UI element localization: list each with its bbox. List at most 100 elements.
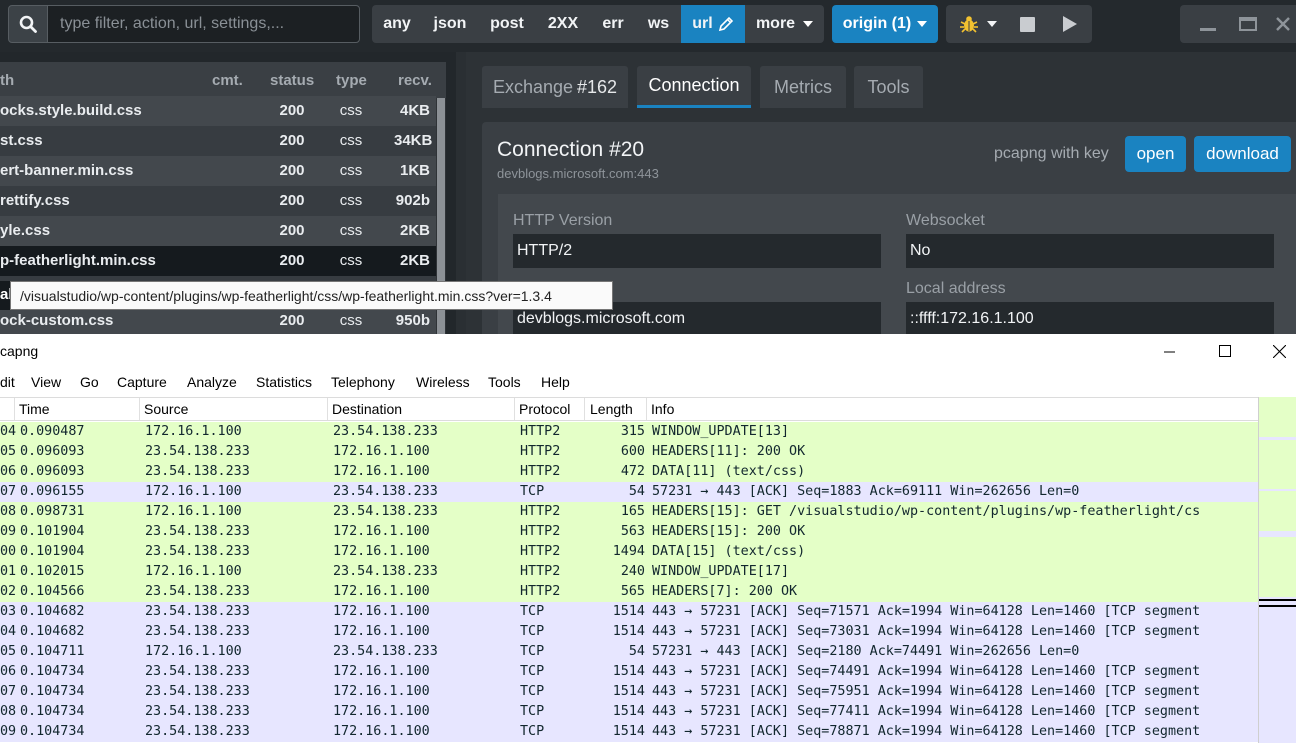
packet-row[interactable]: 04 0.104682 23.54.138.233 172.16.1.100 TCP 15… — [0, 622, 1258, 642]
maximize-icon — [1239, 17, 1257, 31]
packet-row[interactable]: 00 0.101904 23.54.138.233 172.16.1.100 HTTP2… — [0, 542, 1258, 562]
search-input[interactable] — [47, 5, 360, 43]
row-type: css — [339, 132, 363, 149]
ws-maximize-button[interactable] — [1202, 334, 1248, 368]
menu-telephony[interactable]: Telephony — [331, 374, 395, 390]
header-recv[interactable]: recv. — [398, 72, 432, 89]
header-status[interactable]: status — [270, 72, 314, 89]
maximize-button[interactable] — [1230, 5, 1266, 43]
packet-row[interactable]: 04 0.090487 172.16.1.100 23.54.138.233 HTTP2… — [0, 422, 1258, 442]
pkt-source: 172.16.1.100 — [145, 504, 242, 519]
minimize-button[interactable] — [1190, 5, 1226, 43]
list-row[interactable]: ock-custom.css 200 css 950b — [0, 306, 436, 334]
packet-row[interactable]: 01 0.102015 172.16.1.100 23.54.138.233 HTTP2… — [0, 562, 1258, 582]
packet-minimap[interactable] — [1258, 397, 1296, 743]
header-type[interactable]: type — [336, 72, 367, 89]
col-source[interactable]: Source — [144, 401, 188, 417]
row-name: ock-custom.css — [0, 312, 114, 329]
tab-tools[interactable]: Tools — [854, 66, 923, 108]
filter-json-button[interactable]: json — [422, 5, 478, 43]
pkt-info: HEADERS[7]: 200 OK — [652, 584, 798, 599]
column-separator[interactable] — [584, 398, 585, 420]
pkt-source: 23.54.138.233 — [145, 664, 250, 679]
packet-row[interactable]: 08 0.104734 23.54.138.233 172.16.1.100 TCP 15… — [0, 702, 1258, 722]
ws-minimize-button[interactable] — [1146, 334, 1192, 368]
play-button[interactable] — [1054, 5, 1084, 43]
ws-close-button[interactable] — [1262, 334, 1296, 368]
packet-row[interactable]: 07 0.104734 23.54.138.233 172.16.1.100 TCP 15… — [0, 682, 1258, 702]
stop-icon — [1019, 16, 1035, 32]
menu-view[interactable]: View — [31, 374, 61, 390]
open-button[interactable]: open — [1125, 136, 1186, 172]
list-row[interactable]: ocks.style.build.css 200 css 4KB — [0, 96, 436, 126]
col-destination[interactable]: Destination — [332, 401, 402, 417]
menu-analyze[interactable]: Analyze — [187, 374, 237, 390]
minimap-http-band — [1259, 397, 1296, 597]
filter-ws-button[interactable]: ws — [636, 5, 681, 43]
filter-url-button[interactable]: url — [681, 5, 745, 43]
menu-go[interactable]: Go — [80, 374, 99, 390]
tab-connection[interactable]: Connection — [637, 66, 751, 108]
menu-help[interactable]: Help — [541, 374, 570, 390]
menu-edit[interactable]: dit — [0, 374, 15, 390]
col-time[interactable]: Time — [19, 401, 50, 417]
pkt-protocol: TCP — [520, 644, 545, 659]
pkt-protocol: TCP — [520, 684, 545, 699]
filter-post-button[interactable]: post — [478, 5, 536, 43]
packet-row[interactable]: 02 0.104566 23.54.138.233 172.16.1.100 HTTP2… — [0, 582, 1258, 602]
list-row[interactable]: st.css 200 css 34KB — [0, 126, 436, 156]
packet-row[interactable]: 08 0.098731 172.16.1.100 23.54.138.233 HTTP2… — [0, 502, 1258, 522]
col-length[interactable]: Length — [590, 401, 633, 417]
packet-row[interactable]: 05 0.096093 23.54.138.233 172.16.1.100 HTTP2… — [0, 442, 1258, 462]
window-title: capng — [0, 343, 39, 359]
tab-exchange[interactable]: Exchange #162 — [482, 66, 628, 108]
filter-any-button[interactable]: any — [372, 5, 422, 43]
packet-row[interactable]: 07 0.096155 172.16.1.100 23.54.138.233 TCP 54… — [0, 482, 1258, 502]
header-cmt[interactable]: cmt. — [212, 72, 243, 89]
filter-2xx-button[interactable]: 2XX — [536, 5, 590, 43]
close-icon — [1272, 344, 1286, 358]
pkt-no: 04 — [0, 624, 17, 639]
packet-row[interactable]: 09 0.104734 23.54.138.233 172.16.1.100 TCP 15… — [0, 722, 1258, 742]
col-info[interactable]: Info — [651, 401, 674, 417]
pkt-time: 0.104682 — [20, 624, 85, 639]
pkt-protocol: HTTP2 — [520, 584, 561, 599]
pkt-protocol: HTTP2 — [520, 424, 561, 439]
menu-wireless[interactable]: Wireless — [416, 374, 470, 390]
search-button[interactable] — [8, 5, 48, 43]
breakpoint-menu-button[interactable] — [952, 5, 1004, 43]
menu-statistics[interactable]: Statistics — [256, 374, 312, 390]
list-row-selected[interactable]: p-featherlight.min.css 200 css 2KB — [0, 246, 436, 276]
packet-row[interactable]: 05 0.104711 172.16.1.100 23.54.138.233 TCP 54… — [0, 642, 1258, 662]
pkt-time: 0.104682 — [20, 604, 85, 619]
column-separator[interactable] — [514, 398, 515, 420]
http-version-value: HTTP/2 — [513, 234, 881, 268]
stop-button[interactable] — [1012, 5, 1042, 43]
col-protocol[interactable]: Protocol — [519, 401, 570, 417]
list-row[interactable]: ert-banner.min.css 200 css 1KB — [0, 156, 436, 186]
column-separator[interactable] — [327, 398, 328, 420]
list-row[interactable]: rettify.css 200 css 902b — [0, 186, 436, 216]
connection-title: Connection #20 — [497, 138, 645, 161]
packet-row[interactable]: 06 0.096093 23.54.138.233 172.16.1.100 HTTP2… — [0, 462, 1258, 482]
close-button[interactable] — [1270, 5, 1296, 43]
menu-capture[interactable]: Capture — [117, 374, 167, 390]
tab-metrics[interactable]: Metrics — [760, 66, 846, 108]
packet-row[interactable]: 09 0.101904 23.54.138.233 172.16.1.100 HTTP2… — [0, 522, 1258, 542]
download-button[interactable]: download — [1194, 136, 1291, 172]
menu-tools[interactable]: Tools — [488, 374, 521, 390]
packet-row[interactable]: 03 0.104682 23.54.138.233 172.16.1.100 TCP 15… — [0, 602, 1258, 622]
pkt-destination: 172.16.1.100 — [333, 444, 430, 459]
pkt-info: 57231 → 443 [ACK] Seq=2180 Ack=74491 Win… — [652, 644, 1080, 659]
packet-row[interactable]: 06 0.104734 23.54.138.233 172.16.1.100 TCP 15… — [0, 662, 1258, 682]
pkt-destination: 23.54.138.233 — [333, 424, 438, 439]
column-separator[interactable] — [14, 398, 15, 420]
list-row[interactable]: yle.css 200 css 2KB — [0, 216, 436, 246]
column-separator[interactable] — [139, 398, 140, 420]
filter-err-button[interactable]: err — [590, 5, 636, 43]
screen: any json post 2XX err ws url more origin… — [0, 0, 1296, 743]
header-name[interactable]: th — [0, 72, 14, 89]
origin-filter-button[interactable]: origin (1) — [832, 5, 938, 43]
filter-more-button[interactable]: more — [745, 5, 824, 43]
column-separator[interactable] — [646, 398, 647, 420]
